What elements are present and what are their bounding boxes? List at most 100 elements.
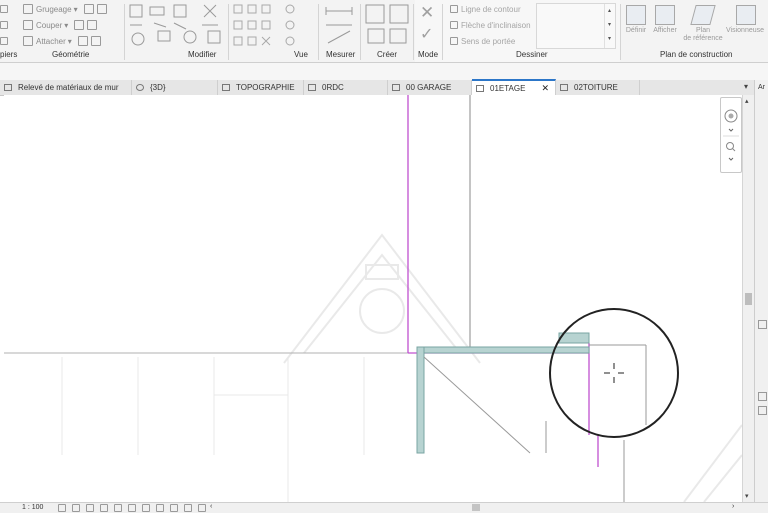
crop-icon[interactable]	[128, 504, 136, 512]
show-crop-icon[interactable]	[142, 504, 150, 512]
tab-02toiture[interactable]: 02TOITURE	[556, 80, 640, 95]
plan-view-icon	[476, 84, 484, 92]
tabs-dropdown-icon[interactable]: ▾	[744, 82, 748, 91]
tab-close-icon[interactable]: ✕	[541, 83, 549, 94]
couper-button[interactable]: Couper	[36, 21, 62, 30]
paint-icon[interactable]	[96, 4, 107, 14]
couper-icon[interactable]	[23, 20, 33, 30]
shadows-icon[interactable]	[100, 504, 108, 512]
hscroll-thumb[interactable]	[472, 504, 480, 511]
collapse-icon[interactable]	[758, 320, 767, 329]
attacher-button[interactable]: Attacher	[36, 37, 66, 46]
match-icon[interactable]	[0, 37, 8, 45]
interior-lines	[423, 344, 647, 502]
copy-icon[interactable]	[0, 21, 8, 29]
fleche-inclinaison-label: Flèche d'inclinaison	[461, 20, 531, 30]
ligne-contour-label: Ligne de contour	[461, 4, 521, 14]
magnifier-circle	[549, 308, 679, 438]
tab-01etage[interactable]: 01ETAGE ✕	[472, 79, 556, 95]
demolish-icon[interactable]	[77, 36, 88, 46]
render-icon[interactable]	[114, 504, 122, 512]
lock-3d-icon[interactable]	[184, 504, 192, 512]
paste-icon[interactable]	[0, 5, 8, 13]
attach-icon[interactable]	[90, 36, 101, 46]
nav-tools[interactable]	[721, 98, 741, 172]
plan-view-icon	[560, 84, 568, 91]
panel-separator	[318, 4, 319, 60]
schedule-icon	[4, 84, 12, 91]
plan-ref-line1: Plan	[695, 27, 710, 34]
temporary-hide-icon[interactable]	[156, 504, 164, 512]
panel-separator	[360, 4, 361, 60]
panel-separator	[228, 4, 229, 60]
mode-panel-label: Mode	[418, 50, 439, 59]
panel-separator	[413, 4, 414, 60]
detail-level-icon[interactable]	[58, 504, 66, 512]
ref-plane-icon	[690, 5, 716, 25]
scroll-up-icon[interactable]: ▴	[745, 97, 749, 105]
attacher-icon[interactable]	[23, 36, 33, 46]
navigation-bar	[720, 97, 742, 173]
ribbon-row-2: Couper ▾	[0, 18, 100, 32]
join-icon[interactable]	[74, 20, 85, 30]
check-icon[interactable]: ✓	[420, 26, 433, 44]
tab-3d[interactable]: {3D}	[132, 80, 218, 95]
ribbon: Grugeage ▾ Couper ▾ Attacher ▾ piers Géo…	[0, 0, 768, 63]
plan-view-icon	[222, 84, 230, 91]
span-direction-icon	[450, 37, 458, 45]
panel-separator	[124, 4, 125, 60]
slope-arrow-icon	[450, 21, 458, 29]
grugeage-button[interactable]: Grugeage	[36, 5, 72, 14]
wall-join-icon[interactable]	[87, 20, 98, 30]
ribbon-row-1: Grugeage ▾	[0, 2, 110, 16]
close-icon[interactable]: ✕	[420, 4, 434, 22]
fleche-inclinaison-button[interactable]: Flèche d'inclinaison	[450, 18, 531, 32]
floor-plan-drawing[interactable]	[4, 95, 742, 502]
visionneuse-label: Visionneuse	[726, 27, 765, 34]
expand-icon[interactable]	[758, 392, 767, 401]
create-tools-icons[interactable]	[364, 3, 412, 47]
geometrie-panel-label[interactable]: Géométrie	[52, 50, 89, 59]
gallery-scroll[interactable]: ▴ ▾ ▾	[604, 4, 614, 48]
drawing-canvas[interactable]	[4, 95, 742, 502]
modify-tools-icons-2[interactable]	[232, 3, 322, 47]
background-lines	[61, 357, 365, 502]
modify-tools-icons[interactable]	[128, 3, 228, 47]
sens-portee-button[interactable]: Sens de portée	[450, 34, 515, 48]
grugeage-icon[interactable]	[23, 4, 33, 14]
boundary-line-icon	[450, 5, 458, 13]
expand-icon[interactable]	[758, 406, 767, 415]
watermark-logo	[283, 233, 742, 502]
worksharing-icon[interactable]	[198, 504, 206, 512]
tab-label: TOPOGRAPHIE	[236, 83, 295, 92]
scroll-down-icon[interactable]: ▾	[745, 492, 749, 500]
tab-releve-materiaux[interactable]: Relevé de matériaux de mur	[0, 80, 132, 95]
vue-panel-label: Vue	[294, 50, 308, 59]
clipboard-panel-label: piers	[0, 50, 18, 59]
hscroll-left-icon[interactable]: ‹	[210, 503, 212, 510]
show-grid-icon	[655, 5, 675, 25]
visual-style-icon[interactable]	[72, 504, 80, 512]
scale-label[interactable]: 1 : 100	[22, 504, 43, 511]
measure-tools-icons[interactable]	[322, 3, 358, 47]
definir-button[interactable]: Définir	[622, 5, 650, 35]
right-panel-header: Ar	[758, 84, 765, 91]
sun-path-icon[interactable]	[86, 504, 94, 512]
visionneuse-button[interactable]: Visionneuse	[726, 5, 768, 35]
plan-reference-button[interactable]: Plan de référence	[680, 5, 726, 43]
split-face-icon[interactable]	[83, 4, 94, 14]
tab-topographie[interactable]: TOPOGRAPHIE	[218, 80, 304, 95]
hscroll-right-icon[interactable]: ›	[732, 503, 734, 510]
grid-icon	[626, 5, 646, 25]
tab-0rdc[interactable]: 0RDC	[304, 80, 388, 95]
afficher-button[interactable]: Afficher	[649, 5, 681, 35]
draw-shapes-gallery[interactable]: ▴ ▾ ▾	[536, 3, 616, 49]
reveal-hidden-icon[interactable]	[170, 504, 178, 512]
tab-00-garage[interactable]: 00 GARAGE	[388, 80, 472, 95]
scroll-thumb[interactable]	[745, 293, 752, 305]
tab-label: Relevé de matériaux de mur	[18, 83, 119, 92]
viewer-icon	[736, 5, 756, 25]
ligne-contour-button[interactable]: Ligne de contour	[450, 2, 521, 16]
cursor-crosshair-icon	[604, 363, 624, 383]
tab-label: {3D}	[150, 83, 166, 92]
